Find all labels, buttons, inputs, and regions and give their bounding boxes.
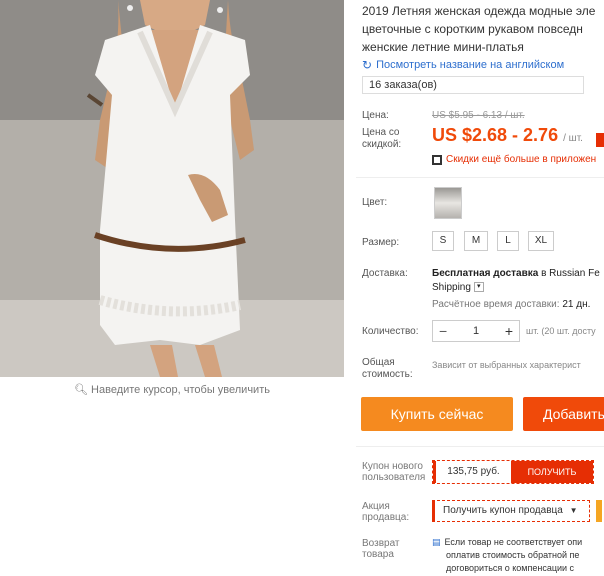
translate-title-link[interactable]: ↻ Посмотреть название на английском: [362, 58, 564, 72]
quantity-increase-button[interactable]: +: [505, 323, 513, 339]
product-title: 2019 Летняя женская одежда модные эле цв…: [362, 2, 604, 56]
divider: [356, 177, 604, 178]
total-label-1: Общая: [362, 357, 395, 368]
size-option-l[interactable]: L: [497, 231, 519, 251]
zoom-hint-text: Наведите курсор, чтобы увеличить: [91, 384, 270, 396]
color-label: Цвет:: [362, 197, 388, 208]
seller-coupon-select[interactable]: Получить купон продавца ▼: [432, 500, 590, 522]
discount-price-label-2: скидкой:: [362, 139, 402, 150]
seller-promo-badge: [596, 500, 602, 522]
app-discount-link[interactable]: Скидки ещё больше в приложен: [432, 154, 596, 165]
caret-down-icon: ▼: [569, 506, 578, 515]
total-price-note: Зависит от выбранных характерист: [432, 360, 581, 370]
quantity-available: шт. (20 шт. досту: [526, 326, 596, 336]
free-shipping-text: Бесплатная доставка: [432, 268, 539, 279]
return-policy-line: оплатив стоимость обратной пе: [446, 550, 580, 560]
add-to-cart-button[interactable]: Добавить: [523, 397, 604, 431]
app-discount-text: Скидки ещё больше в приложен: [446, 154, 597, 165]
quantity-stepper: − 1 +: [432, 320, 520, 342]
discount-badge: [596, 133, 604, 147]
get-coupon-button[interactable]: ПОЛУЧИТЬ: [511, 461, 593, 483]
discount-price-label-1: Цена со: [362, 127, 400, 138]
return-policy-line: Если товар не соответствует опи: [444, 537, 583, 547]
new-user-coupon: 135,75 руб. ПОЛУЧИТЬ: [432, 460, 594, 484]
product-title-line: женские летние мини-платья: [362, 40, 524, 54]
shipping-label: Доставка:: [362, 268, 408, 279]
original-price: US $5.95 - 6.13 / шт.: [432, 110, 525, 121]
new-user-coupon-label-2: пользователя: [362, 472, 426, 483]
seller-coupon-select-label: Получить купон продавца: [443, 505, 563, 516]
translate-link-label: Посмотреть название на английском: [376, 59, 565, 71]
quantity-input[interactable]: 1: [473, 325, 479, 337]
product-main-image[interactable]: [0, 0, 344, 377]
buy-now-button[interactable]: Купить сейчас: [361, 397, 513, 431]
info-icon: ▤: [432, 537, 441, 547]
qr-code-icon: [432, 154, 442, 165]
product-gallery: 🔍︎ Наведите курсор, чтобы увеличить: [0, 0, 344, 576]
price-label: Цена:: [362, 110, 389, 121]
quantity-label: Количество:: [362, 326, 419, 337]
total-label-2: стоимость:: [362, 369, 413, 380]
shipping-carrier: в Russian Fe: [538, 268, 600, 279]
coupon-value: 135,75 руб.: [433, 461, 511, 483]
translate-icon: ↻: [362, 58, 373, 72]
quantity-decrease-button[interactable]: −: [439, 323, 447, 339]
dress-photo-illustration: [0, 0, 344, 377]
orders-count: 16 заказа(ов): [362, 76, 584, 94]
chevron-down-icon[interactable]: ▾: [473, 282, 484, 293]
discount-price: US $2.68 - 2.76 / шт.: [432, 125, 583, 146]
discount-price-value: US $2.68 - 2.76: [432, 125, 559, 145]
divider: [356, 446, 604, 447]
size-option-s[interactable]: S: [432, 231, 454, 251]
color-option-white[interactable]: [434, 187, 462, 219]
size-option-xl[interactable]: XL: [528, 231, 554, 251]
return-policy: ▤ Если товар не соответствует опи оплатив…: [432, 536, 604, 575]
size-option-m[interactable]: M: [464, 231, 488, 251]
product-title-line: 2019 Летняя женская одежда модные эле: [362, 4, 596, 18]
return-label-2: товара: [362, 549, 394, 560]
size-label: Размер:: [362, 237, 400, 248]
estimated-delivery: Расчётное время доставки: 21 дн.: [432, 299, 590, 310]
price-unit: / шт.: [563, 133, 583, 144]
estimated-delivery-value: 21 дн.: [562, 299, 591, 310]
seller-promo-label-2: продавца:: [362, 512, 410, 523]
product-title-line: цветочные с коротким рукавом повседн: [362, 22, 583, 36]
magnifier-icon: 🔍︎: [74, 384, 88, 396]
zoom-hint: 🔍︎ Наведите курсор, чтобы увеличить: [0, 383, 344, 396]
shipping-carrier-line2: Shipping: [432, 282, 471, 293]
return-policy-line: договориться о компенсации с: [446, 563, 575, 573]
product-info-panel: 2019 Летняя женская одежда модные эле цв…: [346, 0, 604, 576]
estimated-delivery-label: Расчётное время доставки:: [432, 299, 560, 310]
shipping-method[interactable]: Бесплатная доставка в Russian Fe Shippin…: [432, 267, 604, 295]
